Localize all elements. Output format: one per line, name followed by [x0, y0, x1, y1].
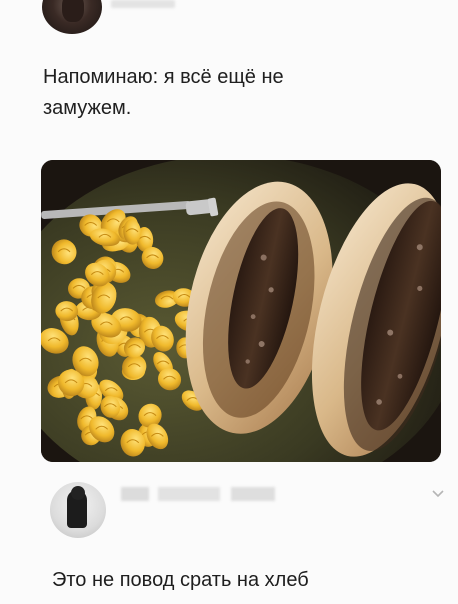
comment-author-avatar[interactable] — [50, 482, 106, 538]
post-author-name-blurred — [111, 0, 175, 8]
post-text: Напоминаю: я всё ещё не замужем. — [43, 66, 284, 119]
comment-author-name-blurred-3 — [231, 487, 275, 501]
post-author-avatar[interactable] — [42, 0, 102, 34]
avatar-silhouette — [62, 0, 84, 22]
photo-illustration — [41, 160, 441, 462]
avatar-head — [71, 486, 85, 500]
post-photo[interactable] — [41, 160, 441, 462]
comment-text: Это не повод срать на хлеб — [52, 569, 309, 591]
chevron-down-icon[interactable] — [431, 489, 445, 499]
comment-author-name-blurred-2 — [158, 487, 220, 501]
comment-author-name-blurred-1 — [121, 487, 149, 501]
